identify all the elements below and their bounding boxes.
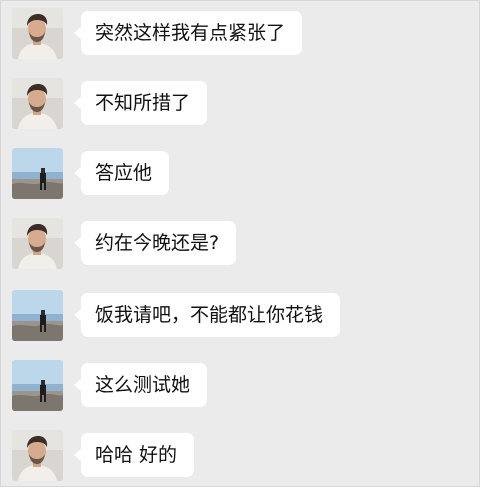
message-bubble[interactable]: 哈哈 好的 — [73, 433, 195, 477]
seaside-avatar-image — [12, 148, 63, 199]
seaside-avatar-image — [12, 290, 63, 341]
man-avatar[interactable] — [12, 78, 63, 129]
seaside-avatar-image — [12, 360, 63, 411]
man-avatar-image — [12, 218, 63, 269]
seaside-avatar[interactable] — [12, 148, 63, 199]
message-row: 突然这样我有点紧张了 — [0, 8, 480, 62]
seaside-avatar[interactable] — [12, 360, 63, 411]
man-avatar[interactable] — [12, 8, 63, 59]
message-bubble[interactable]: 饭我请吧，不能都让你花钱 — [73, 293, 341, 337]
message-bubble[interactable]: 突然这样我有点紧张了 — [73, 11, 303, 55]
message-row: 这么测试她 — [0, 360, 480, 414]
message-bubble[interactable]: 约在今晚还是? — [73, 221, 237, 265]
message-row: 答应他 — [0, 148, 480, 202]
man-avatar[interactable] — [12, 218, 63, 269]
man-avatar-image — [12, 78, 63, 129]
message-bubble[interactable]: 不知所措了 — [73, 81, 208, 125]
man-avatar-image — [12, 430, 63, 481]
message-bubble[interactable]: 答应他 — [73, 151, 170, 195]
message-row: 饭我请吧，不能都让你花钱 — [0, 290, 480, 344]
seaside-avatar[interactable] — [12, 290, 63, 341]
message-bubble[interactable]: 这么测试她 — [73, 363, 208, 407]
message-row: 不知所措了 — [0, 78, 480, 132]
man-avatar[interactable] — [12, 430, 63, 481]
message-row: 约在今晚还是? — [0, 218, 480, 272]
man-avatar-image — [12, 8, 63, 59]
chat-log: 突然这样我有点紧张了 不知所措了 答应他 约在今晚还是? 饭我请吧，不能都让你花… — [0, 0, 480, 487]
message-row: 哈哈 好的 — [0, 430, 480, 484]
